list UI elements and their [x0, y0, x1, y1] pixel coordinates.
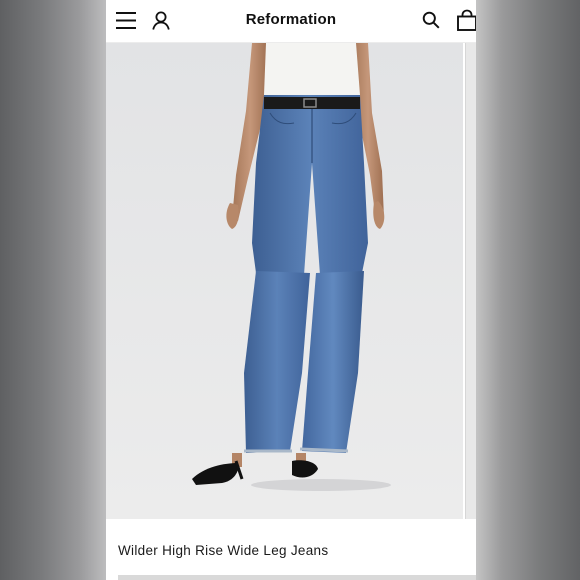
brand-logo[interactable]: Reformation [106, 11, 476, 28]
top-navigation-bar: Reformation [106, 0, 476, 43]
blurred-background-left [0, 0, 106, 580]
blurred-background-right [476, 0, 580, 580]
next-section-edge [118, 575, 476, 580]
product-photo-illustration [106, 43, 463, 519]
product-image[interactable] [106, 43, 463, 519]
mobile-screen: Reformation Wilder High Rise Wide Leg Je… [106, 0, 476, 580]
bag-icon[interactable] [456, 9, 476, 31]
next-product-image-preview[interactable] [465, 43, 476, 519]
product-title[interactable]: Wilder High Rise Wide Leg Jeans [118, 543, 328, 558]
search-icon[interactable] [422, 11, 440, 29]
